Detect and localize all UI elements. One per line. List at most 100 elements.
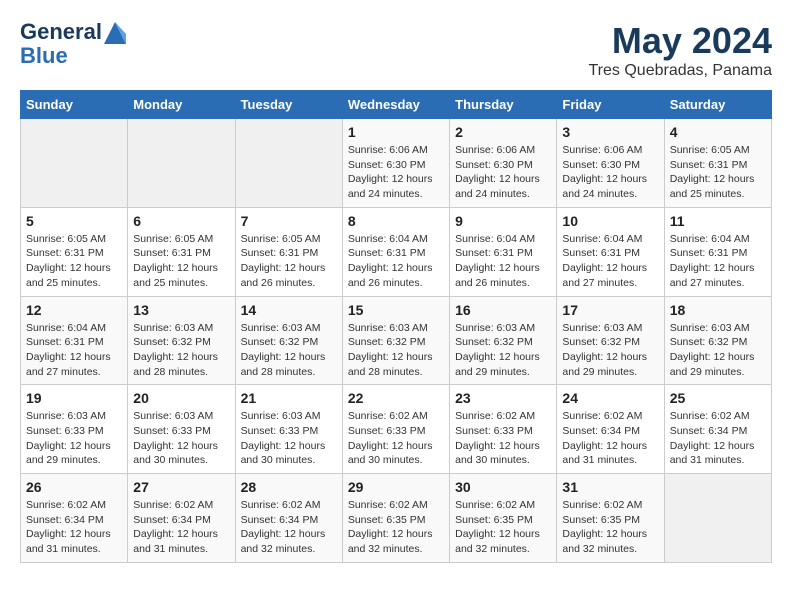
day-info: Sunrise: 6:06 AM Sunset: 6:30 PM Dayligh… [455,143,551,202]
day-number: 23 [455,390,551,406]
day-number: 21 [241,390,337,406]
calendar-week-row: 5Sunrise: 6:05 AM Sunset: 6:31 PM Daylig… [21,207,772,296]
day-number: 11 [670,213,766,229]
table-row: 8Sunrise: 6:04 AM Sunset: 6:31 PM Daylig… [342,207,449,296]
table-row: 26 Sunrise: 6:02 AM Sunset: 6:34 PM Dayli… [21,474,128,563]
table-row: 10 Sunrise: 6:04 AM Sunset: 6:31 PM Dayli… [557,207,664,296]
col-wednesday: Wednesday [342,91,449,119]
col-sunday: Sunday [21,91,128,119]
day-info: Sunrise: 6:02 AM Sunset: 6:34 PM Dayligh… [133,498,229,557]
day-info: Sunrise: 6:04 AM Sunset: 6:31 PM Dayligh… [670,232,766,291]
day-number: 14 [241,302,337,318]
day-info: Sunrise: 6:02 AM Sunset: 6:34 PM Dayligh… [241,498,337,557]
table-row: 6 Sunrise: 6:05 AM Sunset: 6:31 PM Daylig… [128,207,235,296]
day-number: 2 [455,124,551,140]
table-row: 14 Sunrise: 6:03 AM Sunset: 6:32 PM Dayli… [235,296,342,385]
col-friday: Friday [557,91,664,119]
day-info: Sunrise: 6:05 AM Sunset: 6:31 PM Dayligh… [241,232,337,291]
day-info: Sunrise: 6:04 AM Sunset: 6:31 PM Dayligh… [455,232,551,291]
logo-text: General [20,20,126,44]
title-block: May 2024 Tres Quebradas, Panama [589,20,773,80]
day-number: 13 [133,302,229,318]
table-row: 9 Sunrise: 6:04 AM Sunset: 6:31 PM Daylig… [450,207,557,296]
day-number: 10 [562,213,658,229]
day-number: 1 [348,124,444,140]
day-number: 20 [133,390,229,406]
day-info: Sunrise: 6:03 AM Sunset: 6:33 PM Dayligh… [26,409,122,468]
calendar-week-row: 19Sunrise: 6:03 AM Sunset: 6:33 PM Dayli… [21,385,772,474]
header-row: Sunday Monday Tuesday Wednesday Thursday… [21,91,772,119]
day-number: 28 [241,479,337,495]
table-row: 31 Sunrise: 6:02 AM Sunset: 6:35 PM Dayli… [557,474,664,563]
day-number: 25 [670,390,766,406]
day-info: Sunrise: 6:03 AM Sunset: 6:33 PM Dayligh… [133,409,229,468]
table-row: 5Sunrise: 6:05 AM Sunset: 6:31 PM Daylig… [21,207,128,296]
day-number: 17 [562,302,658,318]
day-number: 3 [562,124,658,140]
table-row: 20 Sunrise: 6:03 AM Sunset: 6:33 PM Dayli… [128,385,235,474]
table-row [21,119,128,208]
table-row: 30 Sunrise: 6:02 AM Sunset: 6:35 PM Dayli… [450,474,557,563]
table-row: 19Sunrise: 6:03 AM Sunset: 6:33 PM Dayli… [21,385,128,474]
month-year-title: May 2024 [589,20,773,62]
day-info: Sunrise: 6:02 AM Sunset: 6:35 PM Dayligh… [562,498,658,557]
logo: General Blue [20,20,126,68]
table-row: 3 Sunrise: 6:06 AM Sunset: 6:30 PM Daylig… [557,119,664,208]
day-number: 12 [26,302,122,318]
calendar-week-row: 1 Sunrise: 6:06 AM Sunset: 6:30 PM Daylig… [21,119,772,208]
logo-blue: Blue [20,44,126,68]
day-number: 18 [670,302,766,318]
day-number: 4 [670,124,766,140]
table-row: 7Sunrise: 6:05 AM Sunset: 6:31 PM Daylig… [235,207,342,296]
day-info: Sunrise: 6:02 AM Sunset: 6:34 PM Dayligh… [562,409,658,468]
table-row: 4 Sunrise: 6:05 AM Sunset: 6:31 PM Daylig… [664,119,771,208]
day-info: Sunrise: 6:03 AM Sunset: 6:32 PM Dayligh… [348,321,444,380]
day-info: Sunrise: 6:05 AM Sunset: 6:31 PM Dayligh… [133,232,229,291]
day-info: Sunrise: 6:02 AM Sunset: 6:35 PM Dayligh… [455,498,551,557]
day-info: Sunrise: 6:03 AM Sunset: 6:32 PM Dayligh… [562,321,658,380]
table-row: 22Sunrise: 6:02 AM Sunset: 6:33 PM Dayli… [342,385,449,474]
day-info: Sunrise: 6:04 AM Sunset: 6:31 PM Dayligh… [562,232,658,291]
calendar-week-row: 26 Sunrise: 6:02 AM Sunset: 6:34 PM Dayli… [21,474,772,563]
day-number: 29 [348,479,444,495]
table-row: 25 Sunrise: 6:02 AM Sunset: 6:34 PM Dayli… [664,385,771,474]
day-info: Sunrise: 6:02 AM Sunset: 6:35 PM Dayligh… [348,498,444,557]
day-info: Sunrise: 6:04 AM Sunset: 6:31 PM Dayligh… [26,321,122,380]
day-number: 16 [455,302,551,318]
day-number: 6 [133,213,229,229]
day-number: 26 [26,479,122,495]
table-row: 18Sunrise: 6:03 AM Sunset: 6:32 PM Dayli… [664,296,771,385]
page-header: General Blue May 2024 Tres Quebradas, Pa… [20,20,772,80]
day-info: Sunrise: 6:03 AM Sunset: 6:33 PM Dayligh… [241,409,337,468]
table-row: 15 Sunrise: 6:03 AM Sunset: 6:32 PM Dayli… [342,296,449,385]
day-info: Sunrise: 6:03 AM Sunset: 6:32 PM Dayligh… [241,321,337,380]
table-row: 27Sunrise: 6:02 AM Sunset: 6:34 PM Dayli… [128,474,235,563]
table-row [235,119,342,208]
table-row [664,474,771,563]
col-tuesday: Tuesday [235,91,342,119]
table-row: 16Sunrise: 6:03 AM Sunset: 6:32 PM Dayli… [450,296,557,385]
day-info: Sunrise: 6:02 AM Sunset: 6:34 PM Dayligh… [26,498,122,557]
day-info: Sunrise: 6:05 AM Sunset: 6:31 PM Dayligh… [670,143,766,202]
location-subtitle: Tres Quebradas, Panama [589,62,773,80]
day-number: 31 [562,479,658,495]
day-info: Sunrise: 6:02 AM Sunset: 6:34 PM Dayligh… [670,409,766,468]
day-number: 30 [455,479,551,495]
calendar-table: Sunday Monday Tuesday Wednesday Thursday… [20,90,772,563]
table-row: 28 Sunrise: 6:02 AM Sunset: 6:34 PM Dayli… [235,474,342,563]
col-monday: Monday [128,91,235,119]
table-row: 1Sunrise: 6:06 AM Sunset: 6:30 PM Daylig… [342,119,449,208]
day-number: 15 [348,302,444,318]
day-info: Sunrise: 6:06 AM Sunset: 6:30 PM Dayligh… [562,143,658,202]
day-info: Sunrise: 6:02 AM Sunset: 6:33 PM Dayligh… [455,409,551,468]
day-number: 9 [455,213,551,229]
table-row: 17 Sunrise: 6:03 AM Sunset: 6:32 PM Dayli… [557,296,664,385]
col-thursday: Thursday [450,91,557,119]
table-row: 12 Sunrise: 6:04 AM Sunset: 6:31 PM Dayli… [21,296,128,385]
table-row: 2 Sunrise: 6:06 AM Sunset: 6:30 PM Daylig… [450,119,557,208]
day-info: Sunrise: 6:02 AM Sunset: 6:33 PM Dayligh… [348,409,444,468]
calendar-week-row: 12 Sunrise: 6:04 AM Sunset: 6:31 PM Dayli… [21,296,772,385]
table-row: 23 Sunrise: 6:02 AM Sunset: 6:33 PM Dayli… [450,385,557,474]
table-row: 21 Sunrise: 6:03 AM Sunset: 6:33 PM Dayli… [235,385,342,474]
day-number: 24 [562,390,658,406]
